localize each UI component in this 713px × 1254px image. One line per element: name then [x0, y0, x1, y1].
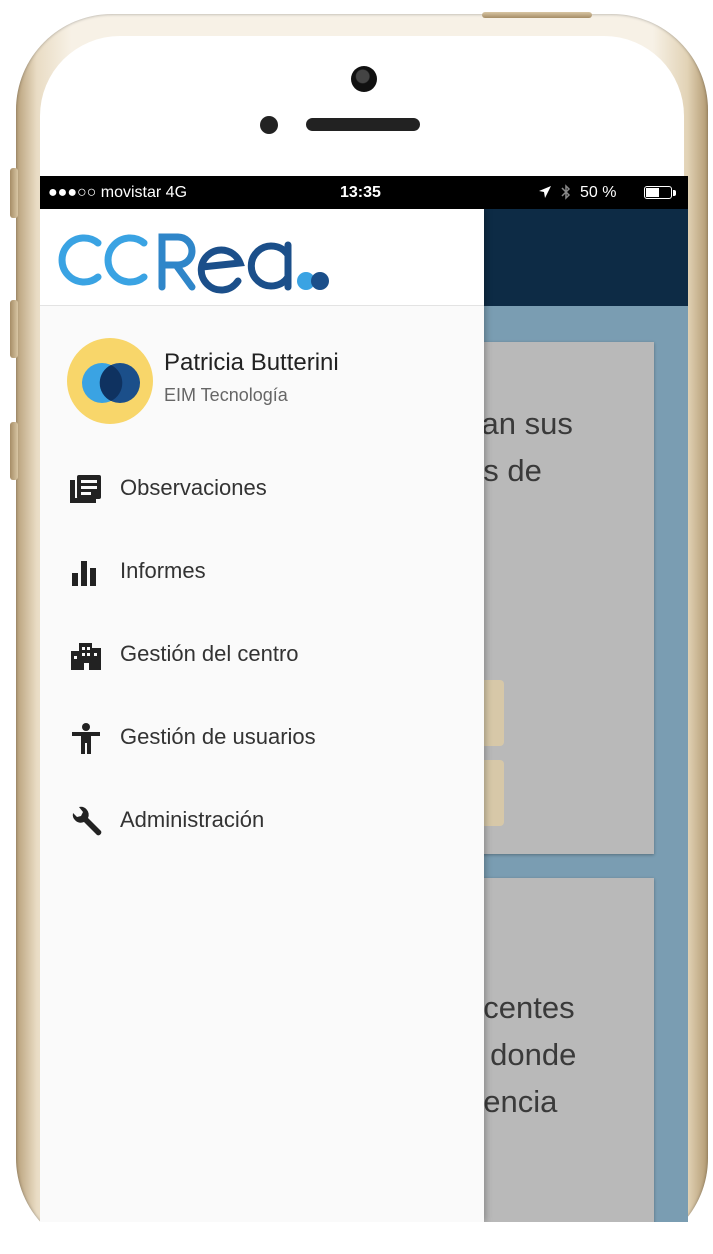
menu-label: Observaciones: [120, 475, 267, 500]
user-organization: EIM Tecnología: [164, 385, 288, 405]
reports-icon: [72, 561, 96, 586]
battery-icon: [644, 186, 672, 199]
power-button: [482, 12, 592, 18]
front-camera: [351, 66, 377, 92]
menu-item-gestion-centro[interactable]: Gestión del centro: [40, 613, 484, 696]
user-profile[interactable]: Patricia Butterini EIM Tecnología: [40, 329, 484, 429]
menu-item-observaciones[interactable]: Observaciones: [40, 447, 484, 530]
building-icon: [71, 643, 101, 670]
volume-down-button: [10, 422, 18, 480]
card-text: san sus os de: [466, 406, 573, 488]
mute-switch: [10, 168, 18, 218]
carrier-label: ●●●○○ movistar 4G: [48, 184, 188, 201]
menu-label: Administración: [120, 807, 265, 832]
bluetooth-icon: [561, 184, 571, 200]
menu-label: Gestión del centro: [120, 641, 299, 666]
battery-percentage: 50 %: [580, 184, 617, 201]
earpiece-speaker: [306, 118, 420, 131]
drawer-header: [40, 209, 484, 306]
user-icon: [72, 723, 100, 754]
wrench-icon: [72, 806, 102, 836]
location-arrow-icon: [539, 186, 551, 198]
content-card[interactable]: ocentes s donde riencia: [466, 878, 654, 1222]
menu-item-informes[interactable]: Informes: [40, 530, 484, 613]
menu-label: Gestión de usuarios: [120, 724, 316, 749]
user-name: Patricia Butterini: [164, 349, 339, 376]
proximity-sensor: [260, 116, 278, 134]
menu-item-gestion-usuarios[interactable]: Gestión de usuarios: [40, 696, 484, 779]
ccrea-logo[interactable]: [52, 215, 342, 297]
volume-up-button: [10, 300, 18, 358]
observations-icon: [70, 475, 101, 503]
content-card[interactable]: san sus os de: [466, 342, 654, 854]
avatar: [67, 338, 153, 424]
menu-label: Informes: [120, 558, 206, 583]
phone-screen: ●●●○○ movistar 4G 13:35 50 % san sus os …: [40, 176, 688, 1222]
status-bar: ●●●○○ movistar 4G 13:35 50 %: [40, 176, 688, 209]
menu-item-administracion[interactable]: Administración: [40, 779, 484, 862]
battery-tip: [673, 190, 676, 196]
card-text: ocentes s donde riencia: [466, 990, 577, 1119]
clock: 13:35: [340, 184, 381, 201]
drawer-menu: Observaciones Informes Gestión del centr…: [40, 447, 484, 862]
navigation-drawer: Patricia Butterini EIM Tecnología Observ…: [40, 209, 484, 1222]
